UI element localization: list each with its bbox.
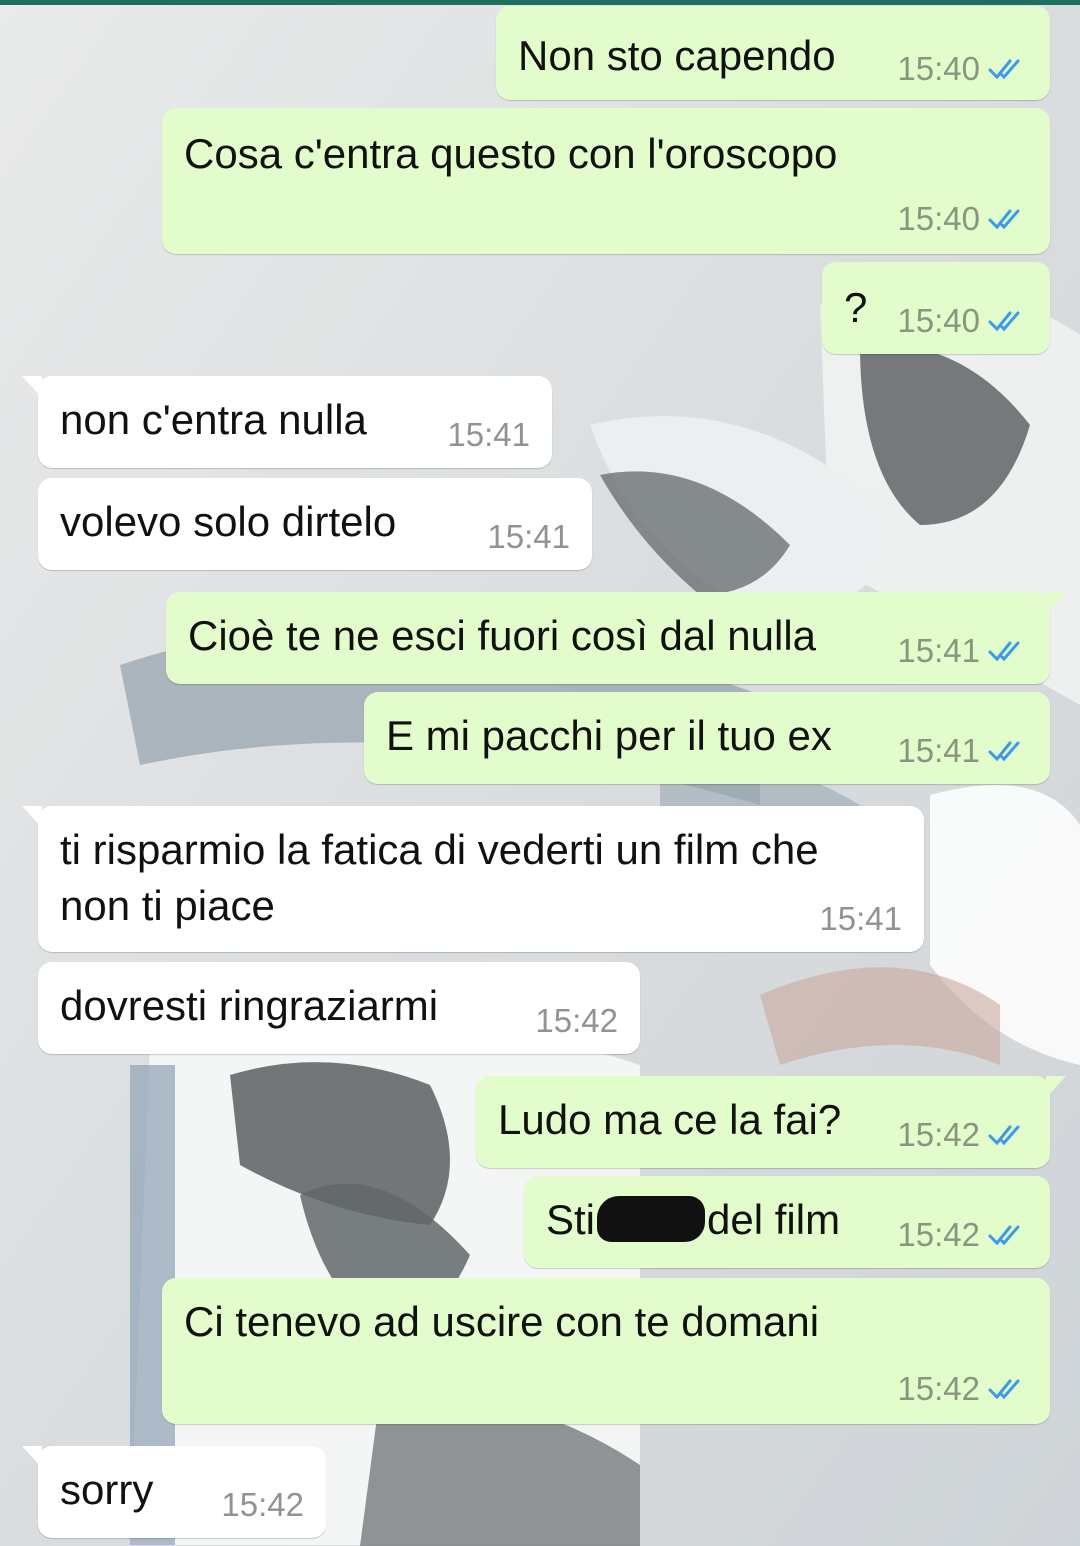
- message-text: volevo solo dirtelo: [60, 498, 397, 545]
- message-time: 15:40: [897, 200, 980, 237]
- message-bubble-outgoing[interactable]: ? 15:40: [822, 262, 1050, 354]
- message-time: 15:41: [897, 632, 980, 669]
- message-bubble-outgoing[interactable]: Non sto capendo 15:40: [496, 6, 1050, 100]
- message-meta: 15:41: [897, 732, 1028, 770]
- bubble-tail-icon: [22, 1446, 42, 1468]
- bubble-tail-icon: [1046, 592, 1066, 614]
- message-bubble-outgoing[interactable]: E mi pacchi per il tuo ex 15:41: [364, 692, 1050, 784]
- message-bubble-incoming[interactable]: dovresti ringraziarmi 15:42: [38, 962, 640, 1054]
- message-text: non c'entra nulla: [60, 396, 367, 443]
- message-text: E mi pacchi per il tuo ex: [386, 712, 832, 759]
- double-check-icon: [988, 741, 1020, 762]
- message-bubble-outgoing[interactable]: Ci tenevo ad uscire con te domani 15:42: [162, 1278, 1050, 1424]
- double-check-icon: [988, 209, 1020, 230]
- message-bubble-incoming[interactable]: volevo solo dirtelo 15:41: [38, 478, 592, 570]
- message-time: 15:41: [447, 416, 530, 453]
- double-check-icon: [988, 59, 1020, 80]
- message-text: Ci tenevo ad uscire con te domani: [184, 1298, 820, 1345]
- message-text: Sti del film: [546, 1194, 840, 1246]
- redaction-scribble: [597, 1196, 706, 1242]
- message-text-line: ti risparmio la fatica di vederti un fil…: [60, 826, 819, 873]
- message-text: Ludo ma ce la fai?: [498, 1096, 842, 1143]
- message-meta: 15:42: [897, 1116, 1028, 1154]
- message-time: 15:41: [897, 732, 980, 769]
- message-bubble-outgoing[interactable]: Sti del film 15:42: [524, 1176, 1050, 1268]
- message-meta: 15:42: [221, 1486, 304, 1524]
- message-list[interactable]: Non sto capendo 15:40 Cosa c'entra quest…: [0, 0, 1080, 1546]
- message-time: 15:41: [819, 900, 902, 937]
- message-meta: 15:42: [897, 1216, 1028, 1254]
- double-check-icon: [988, 1379, 1020, 1400]
- message-text: sorry: [60, 1466, 154, 1513]
- bubble-tail-icon: [1046, 1076, 1066, 1098]
- message-meta: 15:41: [897, 632, 1028, 670]
- message-meta: 15:41: [487, 518, 570, 556]
- message-time: 15:42: [897, 1370, 980, 1407]
- message-bubble-outgoing[interactable]: Cosa c'entra questo con l'oroscopo 15:40: [162, 108, 1050, 254]
- message-meta: 15:42: [897, 1370, 1028, 1408]
- double-check-icon: [988, 311, 1020, 332]
- message-bubble-outgoing[interactable]: Cioè te ne esci fuori così dal nulla 15:…: [166, 592, 1066, 684]
- message-time: 15:41: [487, 518, 570, 555]
- message-time: 15:40: [897, 50, 980, 87]
- message-time: 15:42: [535, 1002, 618, 1039]
- double-check-icon: [988, 641, 1020, 662]
- message-meta: 15:41: [819, 900, 902, 938]
- message-text: dovresti ringraziarmi: [60, 982, 439, 1029]
- message-time: 15:42: [897, 1216, 980, 1253]
- message-text-after: del film: [707, 1196, 841, 1243]
- message-meta: 15:40: [897, 200, 1028, 238]
- message-bubble-outgoing[interactable]: Ludo ma ce la fai? 15:42: [476, 1076, 1066, 1168]
- message-text: Non sto capendo: [518, 32, 836, 79]
- message-bubble-incoming[interactable]: non c'entra nulla 15:41: [22, 376, 552, 468]
- message-text-line: non ti piace: [60, 882, 275, 929]
- message-time: 15:42: [221, 1486, 304, 1523]
- message-text-before: Sti: [546, 1196, 596, 1243]
- bubble-tail-icon: [22, 806, 42, 828]
- message-meta: 15:40: [897, 50, 1028, 88]
- message-bubble-incoming[interactable]: sorry 15:42: [22, 1446, 326, 1538]
- double-check-icon: [988, 1225, 1020, 1246]
- message-meta: 15:41: [447, 416, 530, 454]
- message-text: ?: [844, 284, 868, 331]
- bubble-tail-icon: [22, 376, 42, 398]
- message-time: 15:40: [897, 302, 980, 339]
- message-text: Cioè te ne esci fuori così dal nulla: [188, 612, 817, 659]
- message-time: 15:42: [897, 1116, 980, 1153]
- message-bubble-incoming[interactable]: ti risparmio la fatica di vederti un fil…: [22, 806, 924, 952]
- message-meta: 15:40: [897, 302, 1028, 340]
- message-meta: 15:42: [535, 1002, 618, 1040]
- message-text: Cosa c'entra questo con l'oroscopo: [184, 130, 838, 177]
- double-check-icon: [988, 1125, 1020, 1146]
